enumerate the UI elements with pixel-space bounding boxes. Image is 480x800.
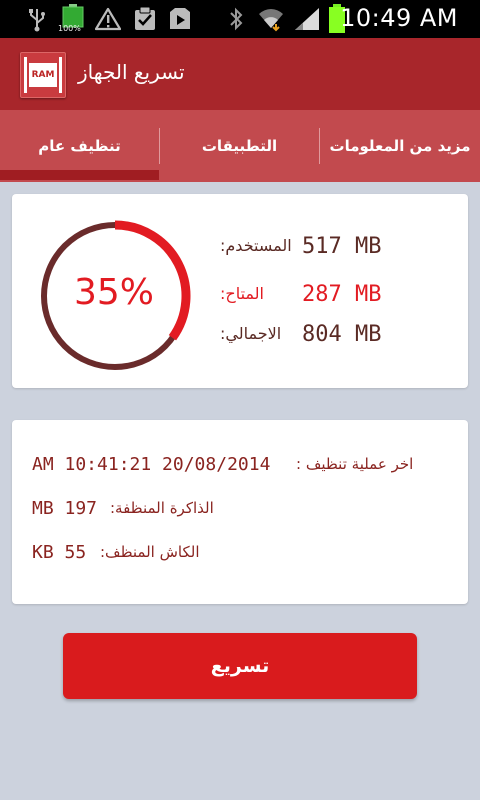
tab-apps[interactable]: التطبيقات — [160, 110, 319, 182]
status-bar: 100% 10:49 AM — [0, 0, 480, 38]
ram-chip-label: RAM — [29, 63, 57, 87]
total-value: 804 MB — [302, 322, 382, 347]
action-bar: RAM تسريع الجهاز — [0, 38, 480, 110]
tab-label: التطبيقات — [201, 137, 278, 155]
usb-icon — [26, 6, 48, 32]
used-value: 517 MB — [302, 234, 382, 259]
last-clean-value: AM 10:41:21 20/08/2014 — [32, 454, 271, 475]
tab-label: تنظيف عام — [38, 137, 121, 155]
bluetooth-icon — [226, 6, 246, 32]
total-label: الاجمالي: — [220, 324, 282, 343]
cleaned-cache-value: KB 55 — [32, 542, 87, 563]
battery-small-label: 100% — [58, 24, 81, 33]
tab-indicator — [0, 170, 159, 180]
memory-percent: 35% — [73, 272, 154, 313]
signal-icon — [292, 6, 322, 32]
boost-button[interactable]: تسريع — [63, 633, 417, 699]
available-label: المتاح: — [220, 284, 264, 303]
boost-button-label: تسريع — [210, 655, 270, 677]
warning-icon — [94, 6, 122, 32]
cleaned-cache-label: الكاش المنظف: — [100, 543, 200, 561]
wifi-icon — [256, 6, 286, 32]
app-title: تسريع الجهاز — [78, 60, 185, 84]
play-store-icon — [166, 6, 194, 32]
used-label: المستخدم: — [220, 236, 292, 255]
clock: 10:49 AM — [340, 4, 458, 32]
cleaned-memory-label: الذاكرة المنظفة: — [110, 499, 214, 517]
clipboard-check-icon — [132, 6, 158, 32]
tab-label: مزيد من المعلومات — [329, 137, 471, 155]
cleaned-memory-value: MB 197 — [32, 498, 98, 519]
tab-more-info[interactable]: مزيد من المعلومات — [320, 110, 480, 182]
available-value: 287 MB — [302, 282, 382, 307]
app-icon[interactable]: RAM — [20, 52, 66, 98]
last-clean-label: اخر عملية تنظيف : — [296, 455, 414, 473]
